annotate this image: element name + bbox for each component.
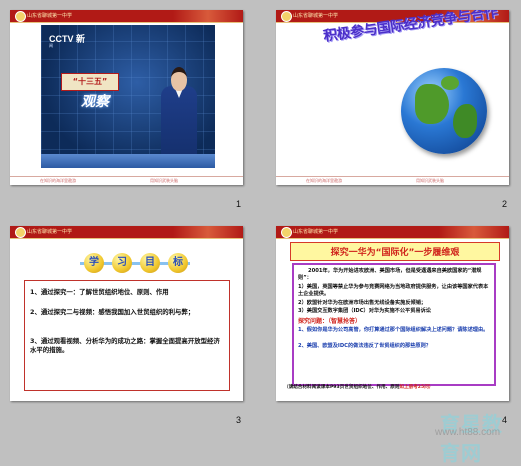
slide-number: 2 <box>502 199 508 209</box>
slide-number: 3 <box>236 415 242 425</box>
footer-left-text: 在知识的海洋里遨游 <box>40 178 76 183</box>
reading-note-red: 如上册考25问） <box>399 385 434 390</box>
slide-title: 探究一华为“国际化”一步履维艰 <box>330 248 460 258</box>
school-emblem-icon <box>15 227 26 238</box>
header-school-name: 山东省聊城第一中学 <box>293 229 339 235</box>
learning-goals-heading: 学 习 目 标 <box>80 253 190 273</box>
slide-footer: 在知识的海洋里遨游 用知识武装头脑 <box>10 176 243 185</box>
footer-right-text: 用知识武装头脑 <box>150 178 178 183</box>
header-decoration <box>439 226 509 238</box>
slide-number: 1 <box>236 199 242 209</box>
case-item: 1）美国，英国等禁止华为参与竞赛网络为当地政府提供服务，让由该等国家代表本土企业… <box>298 284 489 297</box>
learning-goals-box: 1、通过探究一：了解世贸组织地位、原则、作用 2、通过探究二与视频：感悟我国加入… <box>24 280 230 391</box>
slide-thumbnail-2[interactable]: 山东省聊城第一中学 积极参与国际经济竞争与合作 在知识的海洋里遨游 用知识武装头… <box>276 10 509 185</box>
question-item: 1、假如你是华为公司高管，你打算通过那个国际组织解决上述问题？请陈述理由。 <box>298 327 489 333</box>
shisanwu-banner: “十三五” <box>61 73 119 91</box>
footer-left-text: 在知识的海洋里遨游 <box>306 178 342 183</box>
watermark-url: www.ht88.com <box>435 427 501 438</box>
slide-thumbnail-4[interactable]: 山东省聊城第一中学 探究一华为“国际化”一步履维艰 2001年，华为开始进攻欧洲… <box>276 226 509 401</box>
goal-char: 学 <box>84 253 104 273</box>
slide-title-box: 探究一华为“国际化”一步履维艰 <box>290 242 500 261</box>
reading-note: （请结合材料阅读课本P93页世贸组织地位、作用、原则如上册考25问） <box>284 384 433 390</box>
guancha-title: 观察 <box>81 94 109 110</box>
slide-footer: 在知识的海洋里遨游 用知识武装头脑 <box>276 176 509 185</box>
case-item: 3）美国交互数字集团（IDC）对华为实施不公平贸易诉讼 <box>298 308 431 314</box>
slide-header: 山东省聊城第一中学 <box>10 226 243 239</box>
case-intro: 2001年，华为开始进攻欧洲、美国市场，但是受遇遇来自美欧国家的“潜规则”： <box>298 268 482 281</box>
news-anchor-figure <box>159 67 199 157</box>
footer-right-text: 用知识武装头脑 <box>416 178 444 183</box>
goal-item: 3、通过观看视频、分析华为的成功之路：掌握全面提高开放型经济水平的措施。 <box>30 337 220 354</box>
slide-header: 山东省聊城第一中学 <box>276 226 509 239</box>
question-tag: （智慧抢答） <box>328 318 362 325</box>
school-emblem-icon <box>281 227 292 238</box>
goal-char: 标 <box>168 253 188 273</box>
goal-char: 习 <box>112 253 132 273</box>
tv-studio-image: CCTV 新 闻 “十三五” 观察 <box>41 25 215 168</box>
news-desk <box>41 154 215 168</box>
case-content-box: 2001年，华为开始进攻欧洲、美国市场，但是受遇遇来自美欧国家的“潜规则”： 1… <box>292 263 496 386</box>
header-decoration <box>173 226 243 238</box>
header-school-name: 山东省聊城第一中学 <box>27 13 73 19</box>
header-school-name: 山东省聊城第一中学 <box>27 229 73 235</box>
cctv-logo: CCTV 新 <box>49 34 86 44</box>
reading-note-text: （请结合材料阅读课本P93页世贸组织地位、作用、原则 <box>284 385 400 390</box>
school-emblem-icon <box>15 11 26 22</box>
slide-thumbnail-1[interactable]: 山东省聊城第一中学 CCTV 新 闻 “十三五” 观察 在知识的海洋里遨游 用知… <box>10 10 243 185</box>
case-item: 2）欧盟针对华为在欧洲市场出售无线设备实施反倾销； <box>298 300 427 306</box>
goal-item: 1、通过探究一：了解世贸组织地位、原则、作用 <box>30 288 169 296</box>
cctv-logo-sub: 闻 <box>49 43 53 48</box>
goal-char: 目 <box>140 253 160 273</box>
school-emblem-icon <box>281 11 292 22</box>
question-item: 2、美国、欧盟及IDC的做法违反了世贸组织的那些原则？ <box>298 343 431 349</box>
header-school-name: 山东省聊城第一中学 <box>293 13 339 19</box>
slide-thumbnail-3[interactable]: 山东省聊城第一中学 学 习 目 标 1、通过探究一：了解世贸组织地位、原则、作用… <box>10 226 243 401</box>
globe-image <box>401 68 487 154</box>
question-title: 探究问题： <box>298 318 329 325</box>
header-decoration <box>173 10 243 22</box>
goal-item: 2、通过探究二与视频：感悟我国加入世贸组织的利与弊； <box>30 308 195 316</box>
slide-header: 山东省聊城第一中学 <box>10 10 243 23</box>
